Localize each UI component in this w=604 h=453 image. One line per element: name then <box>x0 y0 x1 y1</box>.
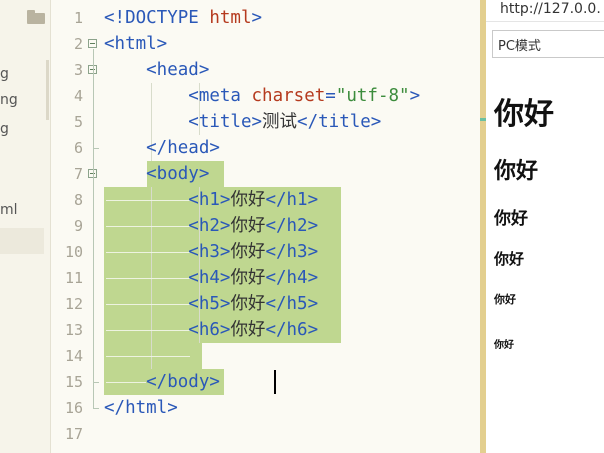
code-token-text: 你好 <box>230 216 266 236</box>
line-number: 2 <box>73 35 83 53</box>
line-number: 3 <box>73 61 83 79</box>
code-line[interactable]: <h4>你好</h4> <box>104 265 318 291</box>
code-token-tag: </head> <box>104 138 220 158</box>
fold-range-end <box>93 382 99 383</box>
code-area[interactable]: <!DOCTYPE html> <html> <head> <meta chars… <box>104 0 484 453</box>
code-token-text: 你好 <box>230 294 266 314</box>
code-line[interactable]: <h3>你好</h3> <box>104 239 318 265</box>
code-token-tag: <head> <box>104 60 210 80</box>
fold-range-end <box>93 408 99 409</box>
code-token-tag: <h2> <box>104 216 231 236</box>
code-token-tag: = <box>325 86 336 106</box>
file-item[interactable]: ng <box>0 92 44 108</box>
line-number: 5 <box>73 113 83 131</box>
code-token-tag: </body> <box>104 372 220 392</box>
code-token-text: 测试 <box>262 112 298 132</box>
code-token-tag: <h5> <box>104 294 231 314</box>
code-token-text: 你好 <box>230 320 266 340</box>
code-token-tag: <h1> <box>104 190 231 210</box>
preview-h6: 你好 <box>494 340 514 351</box>
code-token-tag: </h2> <box>265 216 319 236</box>
file-item[interactable]: g <box>0 66 44 82</box>
text-cursor <box>274 370 276 394</box>
fold-range-line <box>93 75 94 148</box>
code-line[interactable]: <title>测试</title> <box>104 109 381 135</box>
preview-h3: 你好 <box>494 209 528 229</box>
file-sidebar: g ng g ml <box>0 0 51 453</box>
code-token-text: 你好 <box>230 190 266 210</box>
code-line[interactable]: <h2>你好</h2> <box>104 213 318 239</box>
line-number: 4 <box>73 87 83 105</box>
line-number: 1 <box>73 9 83 27</box>
line-number: 15 <box>64 373 83 391</box>
address-bar[interactable]: http://127.0.0. <box>486 0 604 22</box>
line-number: 7 <box>73 165 83 183</box>
code-token-tag: </h1> <box>265 190 319 210</box>
code-token-tag: <h4> <box>104 268 231 288</box>
fold-toggle-icon[interactable] <box>88 39 97 48</box>
preview-h5: 你好 <box>494 293 516 306</box>
code-token-tag: <!DOCTYPE <box>104 8 210 28</box>
preview-h4: 你好 <box>494 250 525 268</box>
code-line[interactable]: </body> <box>104 369 220 395</box>
code-token-tag: </title> <box>297 112 382 132</box>
preview-h1: 你好 <box>494 97 554 132</box>
line-number: 12 <box>64 295 83 313</box>
code-line[interactable]: <html> <box>104 31 167 57</box>
url-text[interactable]: http://127.0.0. <box>500 1 601 17</box>
code-line[interactable]: <!DOCTYPE html> <box>104 5 262 31</box>
code-token-tag: </h4> <box>265 268 319 288</box>
code-editor[interactable]: 1 2 3 4 5 6 7 8 9 10 11 12 13 14 15 16 17 <!DOCTYPE html… <box>52 0 484 453</box>
code-line[interactable]: <body> <box>104 161 209 187</box>
line-number: 16 <box>64 399 83 417</box>
code-token-text: 你好 <box>230 268 266 288</box>
browser-preview: http://127.0.0. PC模式 你好 你好 你好 你好 你好 你好 <box>486 0 604 453</box>
code-line[interactable]: <h6>你好</h6> <box>104 317 318 343</box>
code-line[interactable]: </head> <box>104 135 220 161</box>
code-token-tag: > <box>409 86 421 106</box>
preview-h2: 你好 <box>494 159 539 184</box>
file-item[interactable]: ml <box>0 202 44 218</box>
code-token-tag: </h6> <box>265 320 319 340</box>
fold-range-end <box>93 148 99 149</box>
line-number: 17 <box>64 425 83 443</box>
line-number-gutter: 1 2 3 4 5 6 7 8 9 10 11 12 13 14 15 16 17 <box>52 0 102 453</box>
line-number: 11 <box>64 269 83 287</box>
code-token-tag: <body> <box>104 164 210 184</box>
code-token-str: "utf-8" <box>335 86 410 106</box>
fold-range-line <box>93 179 94 382</box>
code-token-tag: <html> <box>104 34 168 54</box>
line-number: 14 <box>64 347 83 365</box>
code-line[interactable]: <h5>你好</h5> <box>104 291 318 317</box>
whitespace-marker <box>106 356 190 357</box>
code-line[interactable]: <h1>你好</h1> <box>104 187 318 213</box>
code-token-attr: charset <box>251 86 326 106</box>
line-number: 10 <box>64 243 83 261</box>
code-line[interactable]: <head> <box>104 57 209 83</box>
line-number: 6 <box>73 139 83 157</box>
folder-icon[interactable] <box>27 10 45 24</box>
code-token-tag: <meta <box>104 86 252 106</box>
line-number: 13 <box>64 321 83 339</box>
file-item-active[interactable] <box>0 228 44 254</box>
code-token-tag: </h3> <box>265 242 319 262</box>
file-item[interactable]: g <box>0 121 44 137</box>
code-token-tag: <h3> <box>104 242 231 262</box>
device-mode-label: PC模式 <box>498 39 541 54</box>
code-token-tag: </h5> <box>265 294 319 314</box>
device-mode-select[interactable]: PC模式 <box>492 30 604 58</box>
line-number: 9 <box>73 217 83 235</box>
code-line[interactable]: </html> <box>104 395 178 421</box>
code-token-text: 你好 <box>230 242 266 262</box>
code-line[interactable]: <meta charset="utf-8"> <box>104 83 420 109</box>
sidebar-scrollbar[interactable] <box>46 60 49 120</box>
code-token-tag: <h6> <box>104 320 231 340</box>
code-token-tag: > <box>251 8 263 28</box>
line-number: 8 <box>73 191 83 209</box>
code-token-tag: </html> <box>104 398 178 418</box>
code-token-attr: html <box>209 8 252 28</box>
code-token-tag: <title> <box>104 112 263 132</box>
